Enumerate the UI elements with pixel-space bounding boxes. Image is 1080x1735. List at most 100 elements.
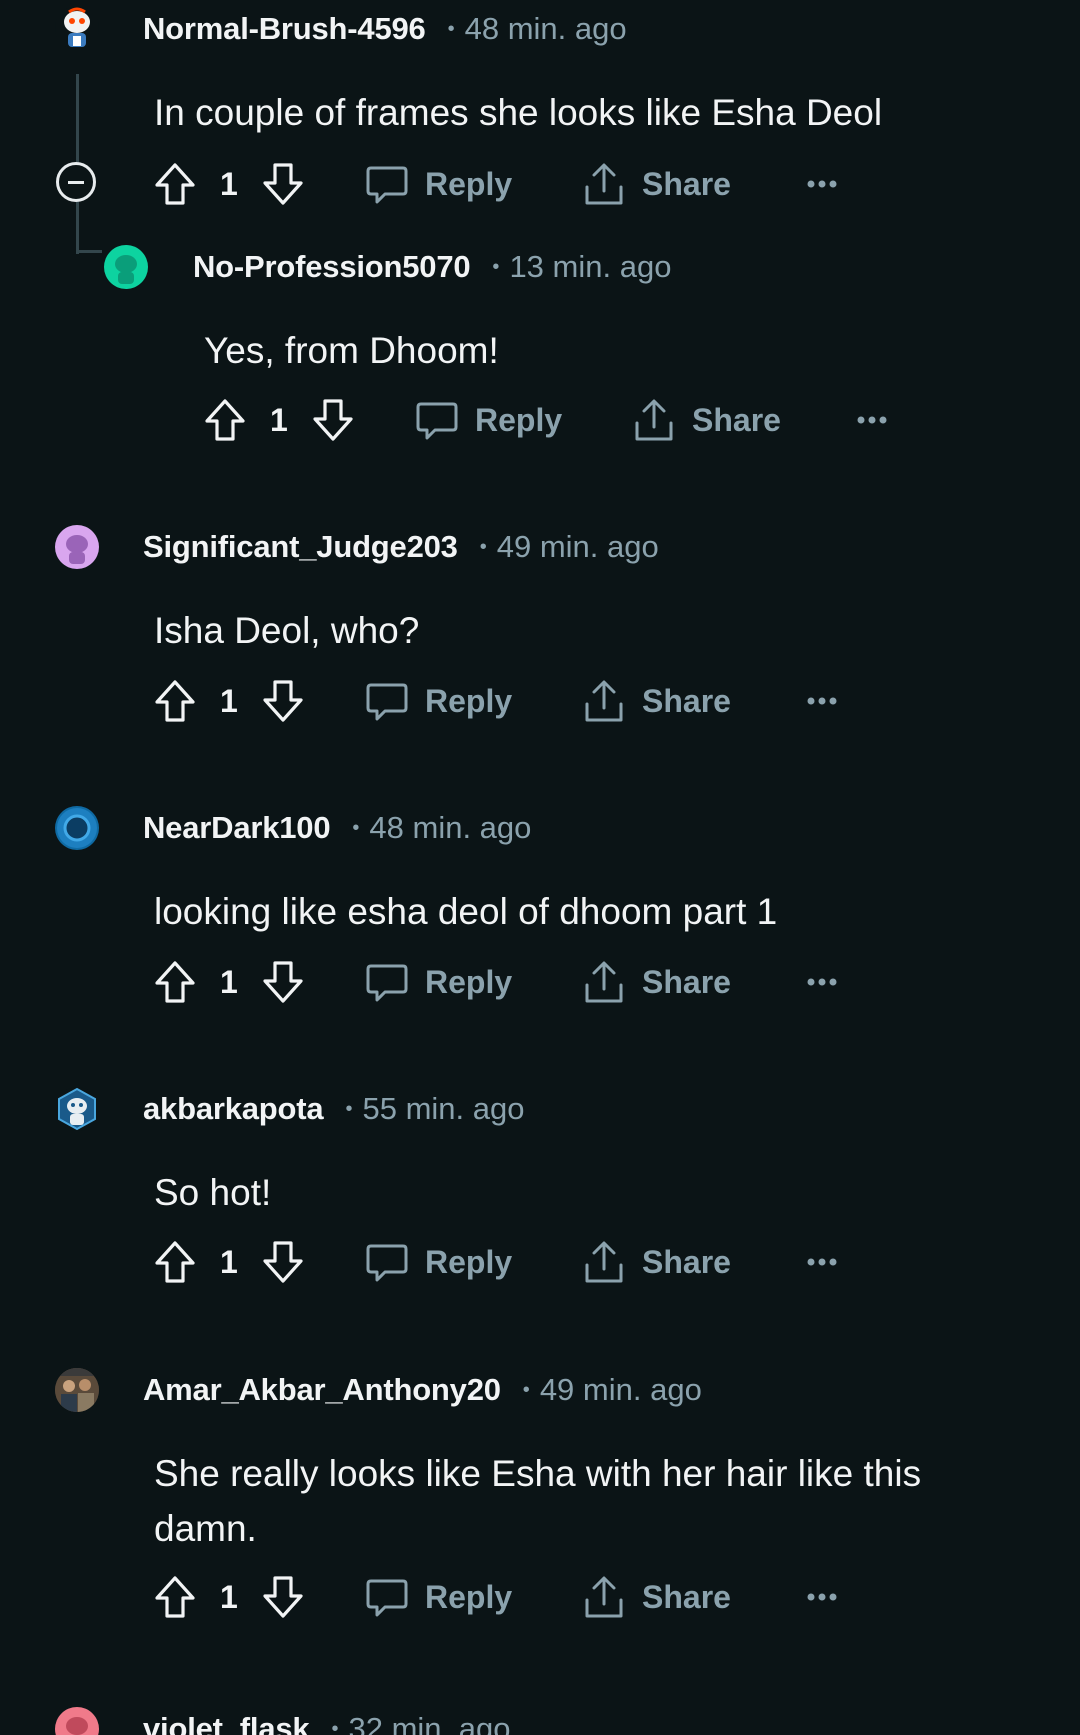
downvote-button[interactable]	[261, 159, 305, 209]
share-label: Share	[642, 682, 731, 719]
upvote-button[interactable]	[153, 1237, 197, 1287]
reply-label: Reply	[425, 1243, 513, 1280]
score-wrap: 1	[220, 159, 238, 209]
more-options-button[interactable]	[806, 1237, 838, 1287]
separator-dot: •	[447, 17, 455, 40]
avatar[interactable]	[104, 245, 148, 289]
timestamp: 13 min. ago	[509, 249, 672, 284]
username[interactable]: NearDark100	[143, 810, 331, 846]
downvote-arrow-icon	[313, 399, 353, 441]
comment-actions: 1 Reply Share	[0, 1237, 1080, 1287]
avatar[interactable]	[55, 806, 99, 850]
upvote-button[interactable]	[203, 395, 247, 445]
downvote-button[interactable]	[311, 395, 355, 445]
thread-connector	[76, 250, 102, 253]
reply-button[interactable]: Reply	[365, 159, 512, 209]
upvote-arrow-icon	[155, 1241, 195, 1283]
comment-body: So hot!	[154, 1172, 272, 1213]
downvote-button[interactable]	[261, 1237, 305, 1287]
share-label: Share	[692, 401, 781, 438]
avatar[interactable]	[55, 1368, 99, 1412]
vote-score: 1	[220, 963, 238, 1000]
upvote-arrow-icon	[155, 163, 195, 205]
reply-bubble-icon	[416, 402, 458, 440]
username[interactable]: akbarkapota	[143, 1091, 324, 1127]
avatar[interactable]	[55, 1707, 99, 1735]
share-upload-icon	[585, 680, 623, 722]
upvote-button[interactable]	[153, 676, 197, 726]
upvote-button[interactable]	[153, 957, 197, 1007]
timestamp: 32 min. ago	[348, 1711, 511, 1735]
comment-meta: violet_flask • 32 min. ago	[143, 1708, 510, 1735]
share-label: Share	[642, 1243, 731, 1280]
ring-avatar-icon	[57, 808, 97, 848]
share-upload-icon	[585, 163, 623, 205]
reply-button[interactable]: Reply	[365, 676, 512, 726]
avatar[interactable]	[55, 525, 99, 569]
comment-actions: 1 Reply Share	[0, 957, 1080, 1007]
share-button[interactable]: Share	[582, 957, 731, 1007]
more-options-icon	[807, 180, 837, 188]
snoo-avatar-icon	[58, 1087, 96, 1131]
share-button[interactable]: Share	[582, 676, 731, 726]
score-wrap: 1	[220, 957, 238, 1007]
share-upload-icon	[585, 1576, 623, 1618]
reply-button[interactable]: Reply	[365, 957, 512, 1007]
share-label: Share	[642, 963, 731, 1000]
downvote-arrow-icon	[263, 961, 303, 1003]
username[interactable]: Normal-Brush-4596	[143, 11, 426, 47]
username[interactable]: Amar_Akbar_Anthony20	[143, 1372, 501, 1408]
more-options-button[interactable]	[856, 395, 888, 445]
avatar[interactable]	[55, 1087, 99, 1131]
downvote-button[interactable]	[261, 676, 305, 726]
timestamp: 48 min. ago	[369, 810, 532, 845]
username[interactable]: Significant_Judge203	[143, 529, 458, 565]
downvote-button[interactable]	[261, 957, 305, 1007]
timestamp: 55 min. ago	[362, 1091, 525, 1126]
more-options-button[interactable]	[806, 957, 838, 1007]
upvote-button[interactable]	[153, 159, 197, 209]
avatar[interactable]	[55, 6, 99, 50]
reply-label: Reply	[425, 165, 513, 202]
photo-avatar-icon	[55, 1368, 99, 1412]
separator-dot: •	[352, 816, 360, 839]
username[interactable]: No-Profession5070	[193, 249, 471, 285]
reply-bubble-icon	[366, 683, 408, 721]
share-button[interactable]: Share	[582, 1572, 731, 1622]
vote-score: 1	[220, 682, 238, 719]
share-button[interactable]: Share	[582, 1237, 731, 1287]
downvote-arrow-icon	[263, 1576, 303, 1618]
upvote-button[interactable]	[153, 1572, 197, 1622]
more-options-icon	[857, 416, 887, 424]
reply-button[interactable]: Reply	[415, 395, 562, 445]
downvote-button[interactable]	[261, 1572, 305, 1622]
reply-label: Reply	[425, 682, 513, 719]
more-options-button[interactable]	[806, 676, 838, 726]
comments-page: Normal-Brush-4596 • 48 min. ago In coupl…	[0, 0, 1080, 1735]
timestamp: 49 min. ago	[539, 1372, 702, 1407]
share-button[interactable]: Share	[582, 159, 731, 209]
reply-button[interactable]: Reply	[365, 1572, 512, 1622]
timestamp: 49 min. ago	[496, 529, 659, 564]
separator-dot: •	[492, 255, 500, 278]
comment-body: Isha Deol, who?	[154, 610, 420, 651]
comment-body: In couple of frames she looks like Esha …	[154, 92, 883, 133]
more-options-button[interactable]	[806, 159, 838, 209]
timestamp: 48 min. ago	[464, 11, 627, 46]
more-options-button[interactable]	[806, 1572, 838, 1622]
reply-button[interactable]: Reply	[365, 1237, 512, 1287]
comment-meta: akbarkapota • 55 min. ago	[143, 1088, 524, 1130]
comment-actions: 1 Reply Share	[0, 159, 1080, 209]
downvote-arrow-icon	[263, 163, 303, 205]
username[interactable]: violet_flask	[143, 1711, 310, 1735]
comment-body: She really looks like Esha with her hair…	[154, 1453, 922, 1549]
share-upload-icon	[585, 1241, 623, 1283]
comment-actions: 1 Reply Share	[0, 395, 1080, 445]
more-options-icon	[807, 978, 837, 986]
share-button[interactable]: Share	[632, 395, 781, 445]
reply-label: Reply	[475, 401, 563, 438]
share-upload-icon	[585, 961, 623, 1003]
comment-actions: 1 Reply Share	[0, 1572, 1080, 1622]
reply-bubble-icon	[366, 1244, 408, 1282]
reply-bubble-icon	[366, 964, 408, 1002]
